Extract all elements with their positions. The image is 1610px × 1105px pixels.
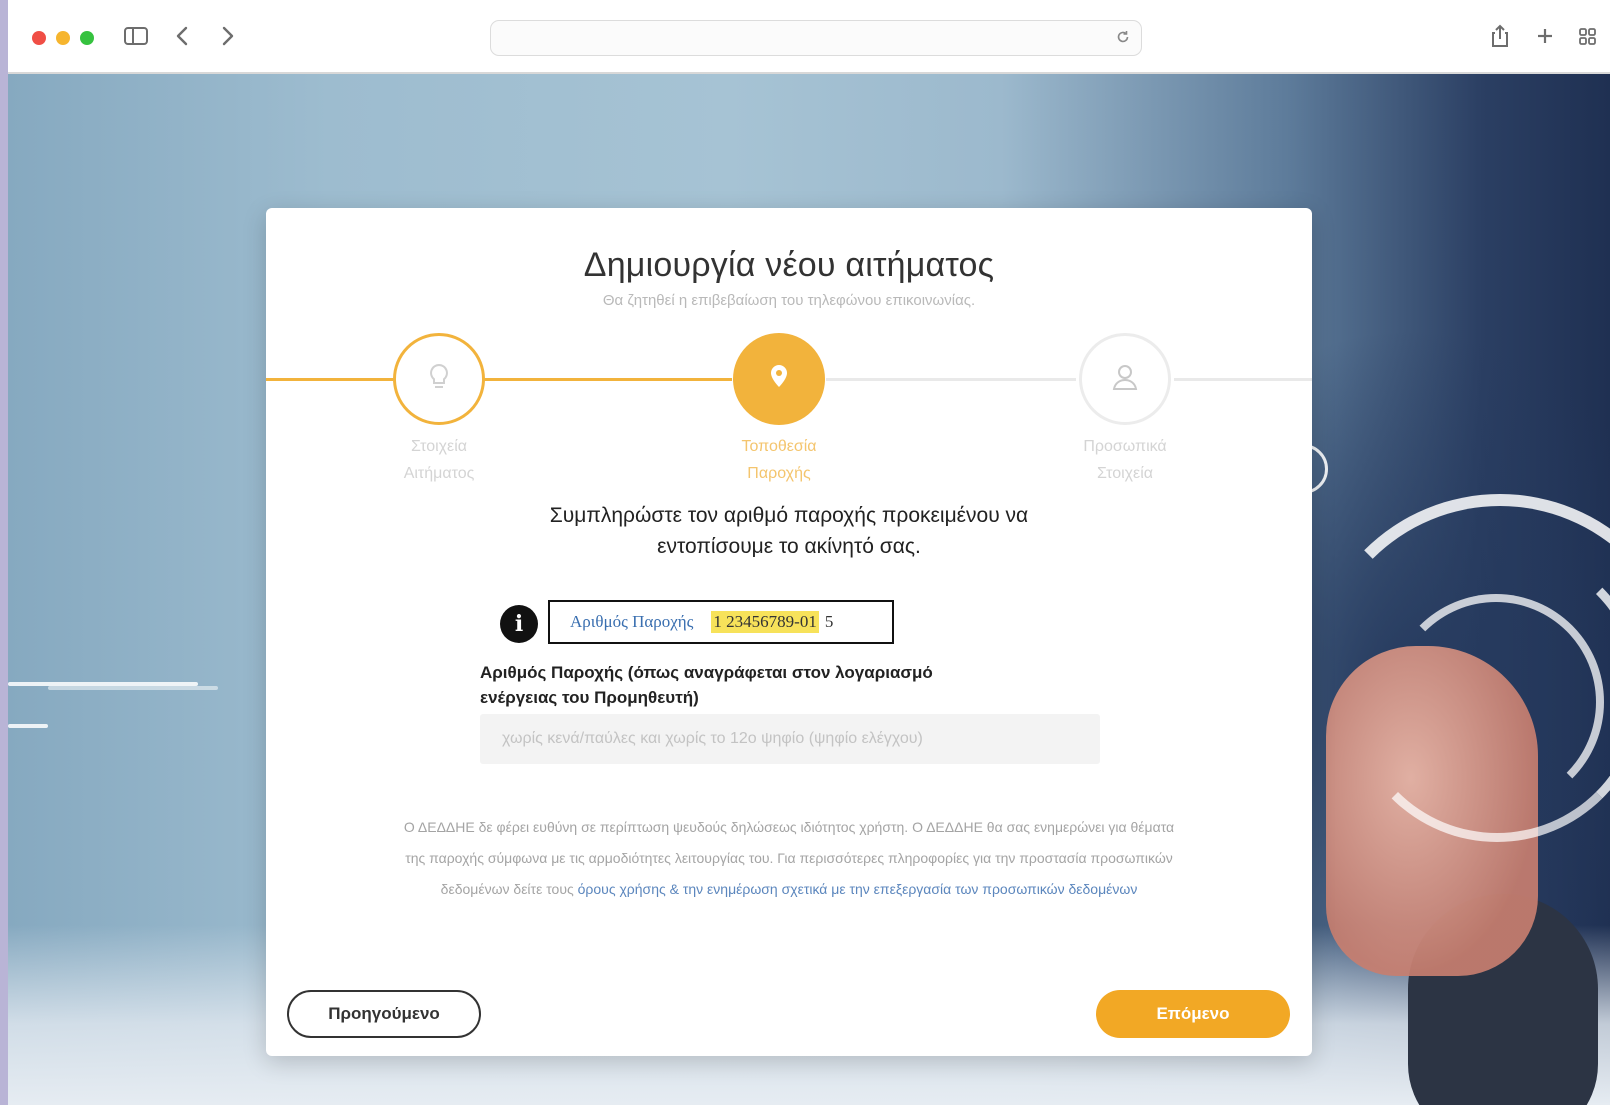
plus-icon[interactable] — [1533, 22, 1557, 50]
stepper-line — [266, 378, 393, 381]
stepper-line — [826, 378, 1076, 381]
instruction-line2: εντοπίσουμε το ακίνητό σας. — [657, 535, 921, 558]
step-2-circle[interactable] — [733, 333, 825, 425]
supply-number-label-line1: Αριθμός Παροχής (όπως αναγράφεται στον λ… — [480, 663, 933, 682]
step-2-label: Τοποθεσία Παροχής — [699, 433, 859, 487]
maximize-window-button[interactable] — [80, 31, 94, 45]
user-icon — [1110, 361, 1140, 398]
info-icon[interactable]: i — [500, 605, 538, 643]
step-3-label: Προσωπικά Στοιχεία — [1045, 433, 1205, 487]
step-1-label-line1: Στοιχεία — [410, 438, 467, 455]
reload-icon[interactable] — [1115, 29, 1131, 50]
supply-number-label-line2: ενέργειας του Προμηθευτή) — [480, 688, 699, 707]
disclaimer-text: Ο ΔΕΔΔΗΕ δε φέρει ευθύνη σε περίπτωση ψε… — [398, 812, 1180, 905]
step-3-label-line2: Στοιχεία — [1096, 465, 1153, 482]
light-streak — [8, 724, 48, 728]
step-1-label-line2: Αιτήματος — [403, 465, 475, 482]
step-2-label-line1: Τοποθεσία — [741, 438, 817, 455]
browser-toolbar — [8, 0, 1610, 74]
terms-link[interactable]: όρους χρήσης & την ενημέρωση σχετικά με … — [578, 881, 1138, 897]
modal-subtitle: Θα ζητηθεί η επιβεβαίωση του τηλεφώνου ε… — [602, 292, 976, 309]
step-3-circle[interactable] — [1079, 333, 1171, 425]
step-3-label-line1: Προσωπικά — [1083, 438, 1167, 455]
address-bar[interactable] — [490, 20, 1142, 56]
request-modal: Δημιουργία νέου αιτήματος Θα ζητηθεί η ε… — [266, 208, 1312, 1056]
chevron-left-icon[interactable] — [170, 22, 196, 50]
previous-button[interactable]: Προηγούμενο — [287, 990, 481, 1038]
minimize-window-button[interactable] — [56, 31, 70, 45]
next-button[interactable]: Επόμενο — [1096, 990, 1290, 1038]
step-1-circle[interactable] — [393, 333, 485, 425]
example-label: Αριθμός Παροχής — [570, 612, 694, 631]
light-streak — [48, 686, 218, 690]
step-2-label-line2: Παροχής — [747, 465, 811, 482]
example-check-digit: 5 — [824, 612, 834, 631]
stepper-line — [1174, 378, 1312, 381]
supply-number-example: Αριθμός Παροχής 1 23456789-01 5 — [548, 600, 894, 644]
decor-arc — [1388, 594, 1604, 810]
sidebar-icon[interactable] — [122, 22, 150, 50]
lightbulb-icon — [425, 361, 453, 398]
browser-window: Δημιουργία νέου αιτήματος Θα ζητηθεί η ε… — [8, 0, 1610, 1105]
example-number: 1 23456789-01 — [711, 611, 819, 633]
modal-title: Δημιουργία νέου αιτήματος — [583, 246, 995, 284]
share-icon[interactable] — [1488, 22, 1512, 50]
grid-icon[interactable] — [1576, 22, 1600, 50]
chevron-right-icon[interactable] — [214, 22, 240, 50]
step-1-label: Στοιχεία Αιτήματος — [359, 433, 519, 487]
supply-number-input[interactable] — [480, 714, 1100, 764]
stepper-line — [482, 378, 732, 381]
instruction-line1: Συμπληρώστε τον αριθμό παροχής προκειμέν… — [549, 504, 1029, 527]
supply-number-label: Αριθμός Παροχής (όπως αναγράφεται στον λ… — [480, 660, 1040, 710]
close-window-button[interactable] — [32, 31, 46, 45]
instruction-text: Συμπληρώστε τον αριθμό παροχής προκειμέν… — [466, 500, 1112, 562]
location-pin-icon — [765, 361, 793, 398]
